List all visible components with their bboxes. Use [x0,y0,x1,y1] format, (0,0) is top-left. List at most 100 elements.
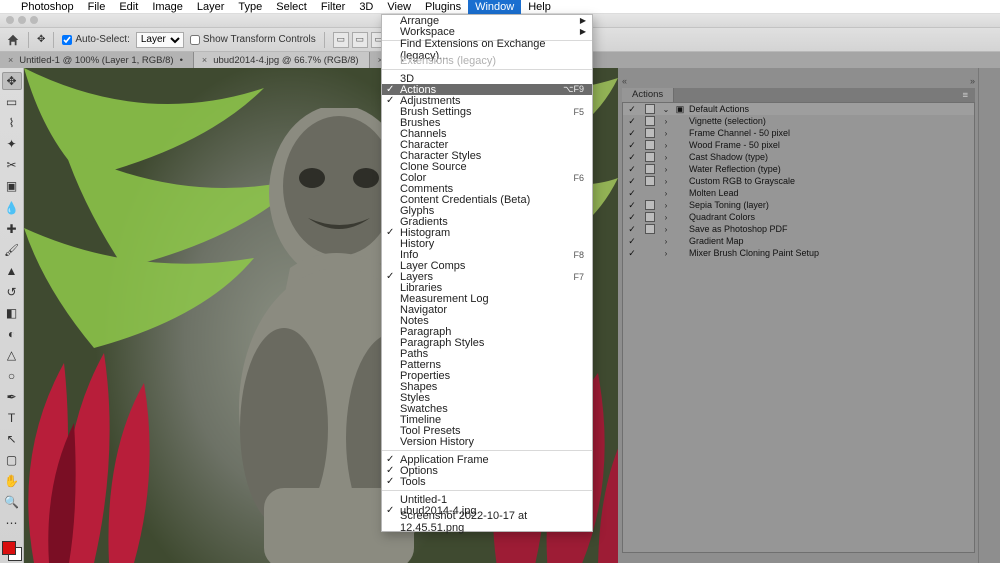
menu-item-application-frame[interactable]: ✓Application Frame [382,454,592,465]
dialog-toggle-icon[interactable] [645,200,655,210]
menu-item-patterns[interactable]: Patterns [382,359,592,370]
chevron-right-icon[interactable]: › [659,189,673,198]
crop-tool-icon[interactable]: ✂ [2,156,22,174]
chevron-right-icon[interactable]: › [659,153,673,162]
actions-folder-row[interactable]: ✓ ⌄ ▣ Default Actions [623,103,974,115]
menu-item-notes[interactable]: Notes [382,315,592,326]
menu-view[interactable]: View [380,0,418,14]
menu-3d[interactable]: 3D [352,0,380,14]
menu-item-arrange[interactable]: Arrange▶ [382,15,592,26]
action-row[interactable]: ✓›Mixer Brush Cloning Paint Setup [623,247,974,259]
eraser-tool-icon[interactable]: ◧ [2,304,22,322]
menu-photoshop[interactable]: Photoshop [14,0,81,14]
close-icon[interactable]: × [8,55,13,65]
path-select-tool-icon[interactable]: ↖ [2,430,22,448]
check-icon[interactable]: ✓ [628,200,636,211]
dialog-toggle-icon[interactable] [645,212,655,222]
action-row[interactable]: ✓›Save as Photoshop PDF [623,223,974,235]
menu-item-history[interactable]: History [382,238,592,249]
menu-item-navigator[interactable]: Navigator [382,304,592,315]
frame-tool-icon[interactable]: ▣ [2,177,22,195]
check-icon[interactable]: ✓ [628,128,636,139]
menu-window[interactable]: Window [468,0,521,14]
menu-image[interactable]: Image [145,0,190,14]
action-row[interactable]: ✓›Frame Channel - 50 pixel [623,127,974,139]
window-minimize-icon[interactable] [18,16,26,24]
menu-item-untitled-1[interactable]: Untitled-1 [382,494,592,505]
menu-item-workspace[interactable]: Workspace▶ [382,26,592,37]
menu-layer[interactable]: Layer [190,0,232,14]
chevron-right-icon[interactable]: › [659,213,673,222]
action-row[interactable]: ✓›Cast Shadow (type) [623,151,974,163]
menu-filter[interactable]: Filter [314,0,352,14]
stamp-tool-icon[interactable]: ▲ [2,262,22,280]
menu-item-paths[interactable]: Paths [382,348,592,359]
menu-item-brush-settings[interactable]: Brush SettingsF5 [382,106,592,117]
check-icon[interactable]: ✓ [628,224,636,235]
history-brush-tool-icon[interactable]: ↺ [2,283,22,301]
menu-item-histogram[interactable]: ✓Histogram [382,227,592,238]
dialog-toggle-icon[interactable] [645,152,655,162]
check-icon[interactable]: ✓ [628,212,636,223]
menu-item-libraries[interactable]: Libraries [382,282,592,293]
check-icon[interactable]: ✓ [628,116,636,127]
menu-item-layer-comps[interactable]: Layer Comps [382,260,592,271]
menu-item-version-history[interactable]: Version History [382,436,592,447]
check-icon[interactable]: ✓ [628,248,636,259]
chevron-right-icon[interactable]: › [659,237,673,246]
brush-tool-icon[interactable]: 🖌 [2,241,22,259]
action-row[interactable]: ✓›Wood Frame - 50 pixel [623,139,974,151]
menu-item-info[interactable]: InfoF8 [382,249,592,260]
menu-item-character[interactable]: Character [382,139,592,150]
menu-item-glyphs[interactable]: Glyphs [382,205,592,216]
menu-item-properties[interactable]: Properties [382,370,592,381]
color-swatches[interactable] [2,541,22,563]
doc-tab-1[interactable]: × ubud2014-4.jpg @ 66.7% (RGB/8) [194,52,370,68]
menu-item-layers[interactable]: ✓LayersF7 [382,271,592,282]
align-left-icon[interactable]: ▭ [333,32,349,48]
move-tool-icon[interactable]: ✥ [2,72,22,90]
dodge-tool-icon[interactable]: ○ [2,367,22,385]
menu-item-character-styles[interactable]: Character Styles [382,150,592,161]
menu-item-channels[interactable]: Channels [382,128,592,139]
menu-item-timeline[interactable]: Timeline [382,414,592,425]
lasso-tool-icon[interactable]: ⌇ [2,114,22,132]
dialog-toggle-icon[interactable] [645,128,655,138]
menu-item-swatches[interactable]: Swatches [382,403,592,414]
actions-tab[interactable]: Actions [622,88,674,102]
menu-plugins[interactable]: Plugins [418,0,468,14]
menu-item-3d[interactable]: 3D [382,73,592,84]
move-tool-icon[interactable]: ✥ [37,34,45,45]
pen-tool-icon[interactable]: ✒ [2,388,22,406]
eyedropper-tool-icon[interactable]: 💧 [2,198,22,216]
menu-item-color[interactable]: ColorF6 [382,172,592,183]
check-icon[interactable]: ✓ [628,164,636,175]
chevron-right-icon[interactable]: › [659,225,673,234]
collapse-right-icon[interactable]: » [970,76,975,86]
align-center-h-icon[interactable]: ▭ [352,32,368,48]
marquee-tool-icon[interactable]: ▭ [2,93,22,111]
show-transform-checkbox[interactable]: Show Transform Controls [190,34,316,45]
menu-item-shapes[interactable]: Shapes [382,381,592,392]
dialog-toggle-icon[interactable] [645,224,655,234]
action-row[interactable]: ✓›Custom RGB to Grayscale [623,175,974,187]
menu-item-styles[interactable]: Styles [382,392,592,403]
check-icon[interactable]: ✓ [628,104,636,115]
action-row[interactable]: ✓›Water Reflection (type) [623,163,974,175]
window-close-icon[interactable] [6,16,14,24]
action-row[interactable]: ✓›Gradient Map [623,235,974,247]
check-icon[interactable]: ✓ [628,176,636,187]
menu-item-paragraph-styles[interactable]: Paragraph Styles [382,337,592,348]
check-icon[interactable]: ✓ [628,140,636,151]
menu-item-measurement-log[interactable]: Measurement Log [382,293,592,304]
wand-tool-icon[interactable]: ✦ [2,135,22,153]
menu-item-tools[interactable]: ✓Tools [382,476,592,487]
menu-item-adjustments[interactable]: ✓Adjustments [382,95,592,106]
type-tool-icon[interactable]: T [2,409,22,427]
action-row[interactable]: ✓›Molten Lead [623,187,974,199]
foreground-color-swatch[interactable] [2,541,16,555]
menu-item-find-extensions-on-exchange-legacy[interactable]: Find Extensions on Exchange (legacy)... [382,44,592,55]
action-row[interactable]: ✓›Sepia Toning (layer) [623,199,974,211]
zoom-tool-icon[interactable]: 🔍 [2,493,22,511]
menu-item-paragraph[interactable]: Paragraph [382,326,592,337]
